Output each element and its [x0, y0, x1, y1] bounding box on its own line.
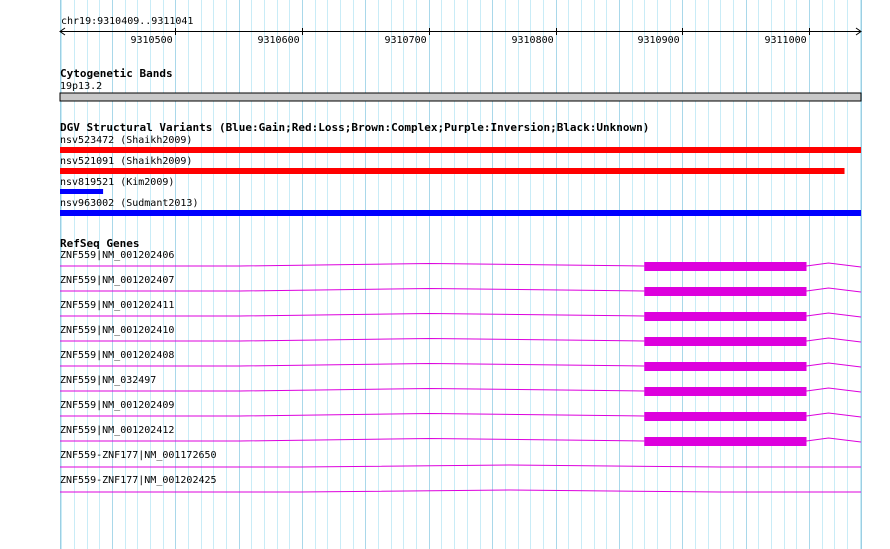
gene-intron-line[interactable]: [806, 337, 862, 343]
gene-intron-line[interactable]: [806, 412, 862, 418]
gene-label[interactable]: ZNF559|NM_001202406: [60, 250, 174, 261]
dgv-variant-label[interactable]: nsv819521 (Kim2009): [60, 177, 174, 188]
dgv-track-title[interactable]: DGV Structural Variants (Blue:Gain;Red:L…: [60, 122, 649, 134]
gene-intron-line[interactable]: [60, 489, 861, 493]
dgv-variant-label[interactable]: nsv521091 (Shaikh2009): [60, 156, 192, 167]
ruler-tick-label: 9310900: [637, 35, 680, 46]
dgv-variant-bar[interactable]: [60, 147, 861, 153]
gene-label[interactable]: ZNF559|NM_032497: [60, 375, 156, 386]
gene-label[interactable]: ZNF559-ZNF177|NM_001202425: [60, 475, 217, 486]
cytoband-track-title[interactable]: Cytogenetic Bands: [60, 68, 173, 80]
dgv-variant-label[interactable]: nsv523472 (Shaikh2009): [60, 135, 192, 146]
dgv-variant-label[interactable]: nsv963002 (Sudmant2013): [60, 198, 198, 209]
gene-intron-line[interactable]: [806, 387, 862, 393]
dgv-variant-bar[interactable]: [60, 189, 104, 194]
gene-label[interactable]: ZNF559|NM_001202410: [60, 325, 174, 336]
ruler-tick-label: 9310600: [257, 35, 300, 46]
gene-label[interactable]: ZNF559|NM_001202407: [60, 275, 174, 286]
gene-intron-line[interactable]: [806, 312, 862, 318]
gene-label[interactable]: ZNF559|NM_001202408: [60, 350, 174, 361]
gene-exon-block[interactable]: [644, 387, 807, 396]
gene-exon-block[interactable]: [644, 287, 807, 296]
gene-label[interactable]: ZNF559-ZNF177|NM_001172650: [60, 450, 217, 461]
gene-exon-block[interactable]: [644, 437, 807, 446]
ruler-tick-label: 9310700: [384, 35, 427, 46]
ruler-tick-label: 9310800: [511, 35, 554, 46]
gene-intron-line[interactable]: [806, 437, 862, 443]
genome-browser-view: chr19:9310409..9311041 9310500 9310600 931…: [0, 0, 890, 549]
dgv-variant-bar[interactable]: [60, 168, 845, 174]
cytoband-label: 19p13.2: [60, 81, 103, 92]
dgv-variant-bar[interactable]: [60, 210, 861, 216]
gene-intron-line[interactable]: [806, 262, 862, 268]
gene-exon-block[interactable]: [644, 262, 807, 271]
gene-intron-line[interactable]: [806, 287, 862, 293]
gene-intron-line[interactable]: [806, 362, 862, 368]
gene-label[interactable]: ZNF559|NM_001202412: [60, 425, 174, 436]
ruler-tick-label: 9310500: [130, 35, 173, 46]
region-label: chr19:9310409..9311041: [61, 16, 194, 27]
ruler-tick-label: 9311000: [764, 35, 807, 46]
refseq-track-title[interactable]: RefSeq Genes: [60, 238, 139, 250]
gene-exon-block[interactable]: [644, 412, 807, 421]
gene-intron-line[interactable]: [60, 464, 861, 468]
gene-exon-block[interactable]: [644, 337, 807, 346]
gene-exon-block[interactable]: [644, 362, 807, 371]
gene-exon-block[interactable]: [644, 312, 807, 321]
gene-label[interactable]: ZNF559|NM_001202411: [60, 300, 174, 311]
cytoband-bar[interactable]: [59, 92, 862, 102]
gene-label[interactable]: ZNF559|NM_001202409: [60, 400, 174, 411]
